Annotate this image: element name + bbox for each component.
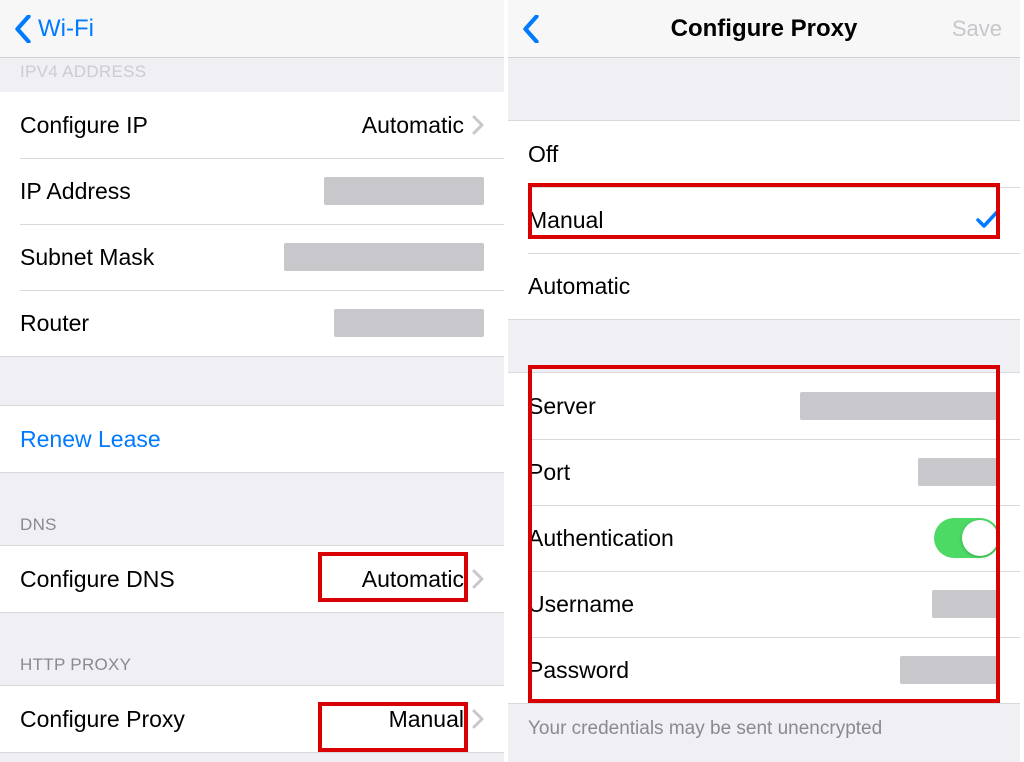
port-label: Port xyxy=(528,459,570,486)
chevron-right-icon xyxy=(472,569,484,589)
ipv4-header: IPV4 ADDRESS xyxy=(0,62,504,92)
chevron-right-icon xyxy=(472,115,484,135)
router-value-mask xyxy=(334,309,484,337)
password-row[interactable]: Password xyxy=(508,637,1020,703)
password-value-mask xyxy=(900,656,1000,684)
port-value-mask xyxy=(918,458,1000,486)
authentication-toggle[interactable] xyxy=(934,518,1000,558)
dns-header: DNS xyxy=(0,515,504,545)
proxy-option-off-label: Off xyxy=(528,141,558,168)
router-row: Router xyxy=(0,290,504,356)
configure-proxy-label: Configure Proxy xyxy=(20,706,185,733)
renew-lease-group: Renew Lease xyxy=(0,405,504,473)
configure-proxy-value: Manual xyxy=(389,706,464,733)
ip-address-row: IP Address xyxy=(0,158,504,224)
username-label: Username xyxy=(528,591,634,618)
back-button-wifi[interactable]: Wi-Fi xyxy=(0,15,94,43)
page-title: Configure Proxy xyxy=(508,15,1020,43)
back-button[interactable] xyxy=(508,15,546,43)
configure-ip-label: Configure IP xyxy=(20,112,148,139)
server-label: Server xyxy=(528,393,596,420)
server-value-mask xyxy=(800,392,1000,420)
configure-proxy-row[interactable]: Configure Proxy Manual xyxy=(0,686,504,752)
left-navbar: Wi-Fi xyxy=(0,0,504,58)
configure-dns-row[interactable]: Configure DNS Automatic xyxy=(0,546,504,612)
chevron-left-icon xyxy=(14,15,32,43)
ipv4-group: Configure IP Automatic IP Address Subnet… xyxy=(0,92,504,357)
proxy-group: Configure Proxy Manual xyxy=(0,685,504,753)
proxy-option-off[interactable]: Off xyxy=(508,121,1020,187)
save-button[interactable]: Save xyxy=(952,16,1002,42)
subnet-mask-label: Subnet Mask xyxy=(20,244,154,271)
server-row[interactable]: Server xyxy=(508,373,1020,439)
port-row[interactable]: Port xyxy=(508,439,1020,505)
username-row[interactable]: Username xyxy=(508,571,1020,637)
right-content: Off Manual Automatic Server Port xyxy=(508,58,1020,762)
proxy-option-manual[interactable]: Manual xyxy=(508,187,1020,253)
left-content: IPV4 ADDRESS Configure IP Automatic IP A… xyxy=(0,58,504,762)
username-value-mask xyxy=(932,590,1000,618)
authentication-label: Authentication xyxy=(528,525,674,552)
configure-ip-value: Automatic xyxy=(362,112,464,139)
proxy-mode-group: Off Manual Automatic xyxy=(508,120,1020,320)
wifi-settings-panel: Wi-Fi IPV4 ADDRESS Configure IP Automati… xyxy=(0,0,508,762)
proxy-header: HTTP PROXY xyxy=(0,655,504,685)
configure-ip-row[interactable]: Configure IP Automatic xyxy=(0,92,504,158)
chevron-right-icon xyxy=(472,709,484,729)
subnet-mask-value-mask xyxy=(284,243,484,271)
credentials-footnote: Your credentials may be sent unencrypted xyxy=(508,704,1020,754)
proxy-fields-group: Server Port Authentication Username Pass xyxy=(508,372,1020,704)
ip-address-value-mask xyxy=(324,177,484,205)
back-label: Wi-Fi xyxy=(38,15,94,43)
proxy-option-manual-label: Manual xyxy=(528,207,603,234)
configure-proxy-panel: Configure Proxy Save Off Manual Automati… xyxy=(508,0,1020,762)
check-icon xyxy=(976,205,1000,236)
right-navbar: Configure Proxy Save xyxy=(508,0,1020,58)
ip-address-label: IP Address xyxy=(20,178,131,205)
chevron-left-icon xyxy=(522,15,540,43)
authentication-row[interactable]: Authentication xyxy=(508,505,1020,571)
renew-lease-label: Renew Lease xyxy=(20,426,161,453)
proxy-option-automatic-label: Automatic xyxy=(528,273,630,300)
configure-dns-value: Automatic xyxy=(362,566,464,593)
configure-dns-label: Configure DNS xyxy=(20,566,175,593)
router-label: Router xyxy=(20,310,89,337)
proxy-option-automatic[interactable]: Automatic xyxy=(508,253,1020,319)
dns-group: Configure DNS Automatic xyxy=(0,545,504,613)
subnet-mask-row: Subnet Mask xyxy=(0,224,504,290)
password-label: Password xyxy=(528,657,629,684)
renew-lease-row[interactable]: Renew Lease xyxy=(0,406,504,472)
